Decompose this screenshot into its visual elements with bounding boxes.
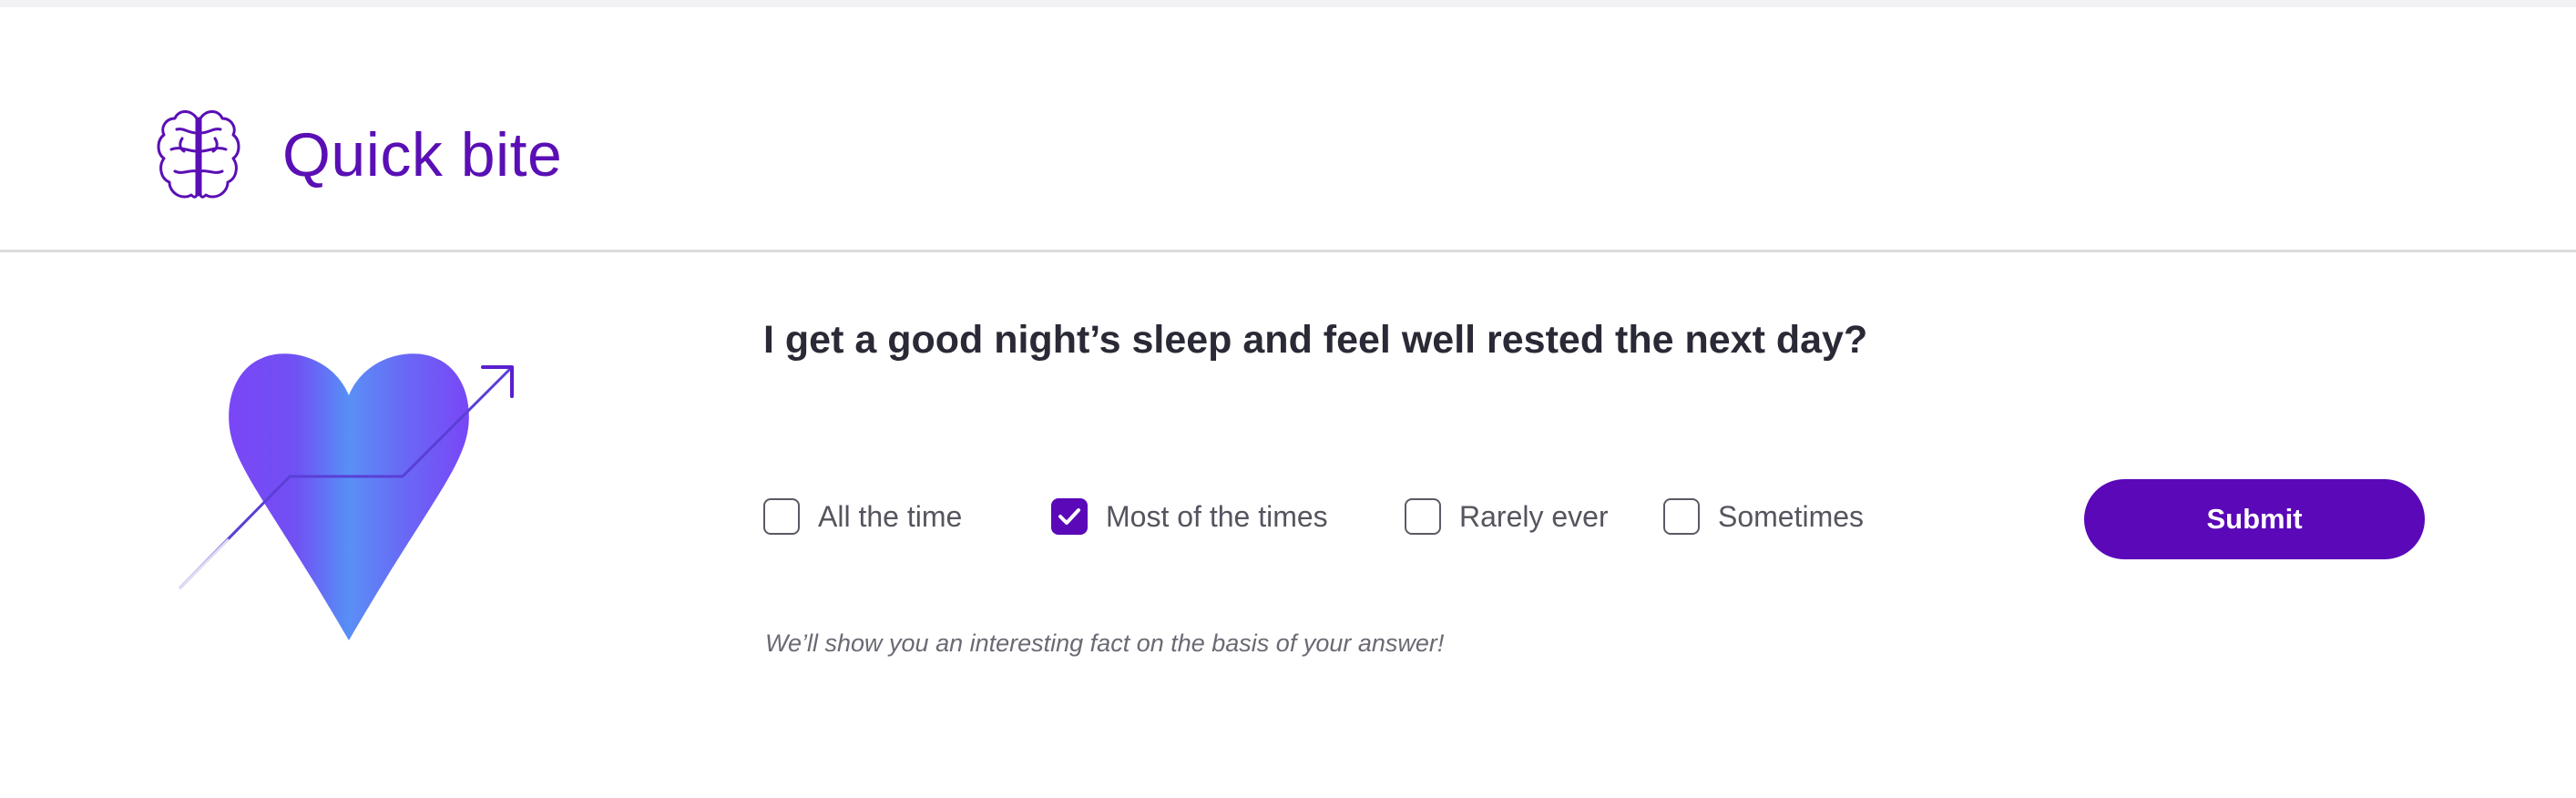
brain-icon <box>157 110 240 199</box>
checkbox-most-of-the-times[interactable] <box>1051 498 1088 535</box>
checkbox-rarely-ever[interactable] <box>1405 498 1441 535</box>
quiz-page: Quick bite I get a good night’s sleep an… <box>0 0 2576 798</box>
question-text: I get a good night’s sleep and feel well… <box>763 318 1868 362</box>
option-all-the-time[interactable]: All the time <box>763 496 962 537</box>
option-label: All the time <box>818 500 963 533</box>
option-label: Most of the times <box>1106 500 1328 533</box>
header-divider <box>0 250 2576 252</box>
checkbox-sometimes[interactable] <box>1663 498 1700 535</box>
submit-button[interactable]: Submit <box>2084 479 2425 559</box>
checkbox-all-the-time[interactable] <box>763 498 800 535</box>
option-most-of-the-times[interactable]: Most of the times <box>1051 496 1328 537</box>
app-header: Quick bite <box>0 7 2576 250</box>
app-title: Quick bite <box>282 120 563 189</box>
option-label: Rarely ever <box>1459 500 1609 533</box>
heart-left-half <box>229 353 349 640</box>
rising-arrow-tail <box>179 538 230 589</box>
heart-right-half <box>349 353 469 640</box>
option-sometimes[interactable]: Sometimes <box>1663 496 1864 537</box>
top-strip <box>0 0 2576 7</box>
option-label: Sometimes <box>1718 500 1865 533</box>
hint-text: We’ll show you an interesting fact on th… <box>765 629 1445 657</box>
heart-with-rising-arrow-icon <box>179 353 514 640</box>
checkmark-icon <box>1058 508 1080 525</box>
option-rarely-ever[interactable]: Rarely ever <box>1405 496 1609 537</box>
